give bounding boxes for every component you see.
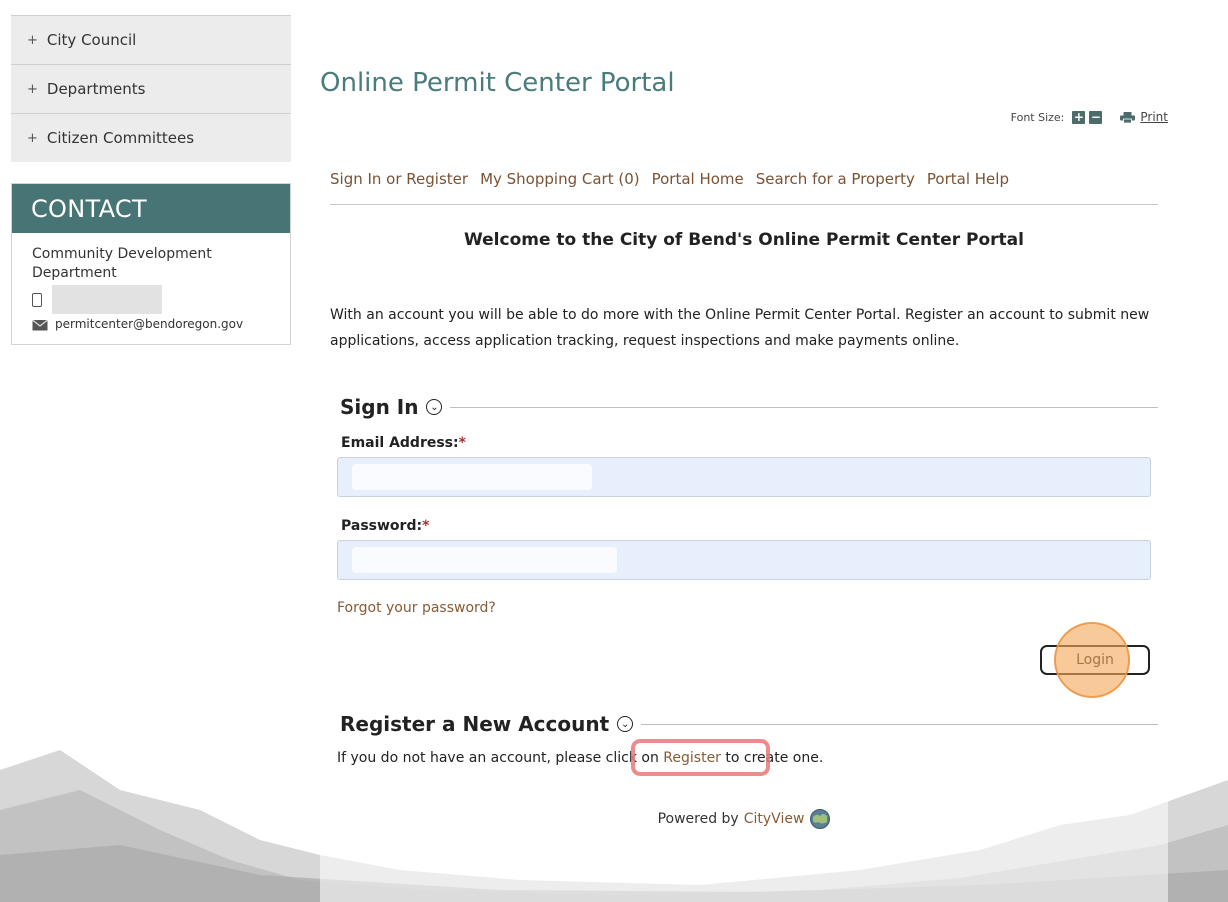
portal-nav: Sign In or Register My Shopping Cart (0)…: [330, 170, 1021, 188]
required-mark: *: [422, 518, 430, 534]
printer-icon[interactable]: [1120, 111, 1136, 123]
sidebar-item-label: Citizen Committees: [46, 129, 195, 147]
nav-divider: [330, 204, 1158, 205]
redacted-password-value: [352, 547, 617, 573]
nav-portal-home[interactable]: Portal Home: [652, 170, 744, 188]
sidebar-item-departments[interactable]: + Departments: [11, 64, 291, 113]
signin-title: Sign In: [340, 395, 419, 419]
contact-department: Community Development Department: [32, 246, 212, 281]
cityview-globe-icon: [810, 809, 831, 829]
nav-shopping-cart[interactable]: My Shopping Cart (0): [480, 170, 640, 188]
cityview-link[interactable]: CityView: [744, 811, 805, 827]
section-divider: [641, 723, 1158, 725]
sidebar-item-label: City Council: [46, 31, 137, 49]
font-decrease-button[interactable]: −: [1089, 110, 1103, 124]
chevron-down-icon[interactable]: ⌄: [617, 716, 634, 732]
page-tools: Font Size: + − Print: [1011, 110, 1168, 124]
welcome-heading: Welcome to the City of Bend's Online Per…: [464, 230, 1024, 250]
sidebar-item-city-council[interactable]: + City Council: [11, 15, 291, 64]
phone-icon: [32, 292, 42, 307]
forgot-password-link[interactable]: Forgot your password?: [337, 600, 496, 616]
signin-section-header[interactable]: Sign In ⌄: [340, 395, 1158, 419]
content-panel: [320, 0, 1168, 902]
chevron-down-icon[interactable]: ⌄: [426, 399, 443, 415]
font-increase-button[interactable]: +: [1072, 110, 1086, 124]
intro-text: With an account you will be able to do m…: [330, 307, 1150, 349]
contact-box: CONTACT Community Development Department…: [11, 183, 291, 345]
print-link[interactable]: Print: [1140, 110, 1168, 124]
redacted-phone: [52, 285, 162, 314]
nav-sign-in-register[interactable]: Sign In or Register: [330, 170, 468, 188]
contact-email-link[interactable]: permitcenter@bendoregon.gov: [55, 317, 243, 331]
section-divider: [450, 406, 1158, 408]
register-text: If you do not have an account, please cl…: [337, 750, 824, 766]
font-size-label: Font Size:: [1010, 110, 1065, 124]
redacted-email-value: [352, 464, 592, 490]
envelope-icon: [32, 319, 48, 330]
required-mark: *: [458, 435, 466, 451]
powered-by: Powered by CityView: [320, 809, 1168, 829]
nav-portal-help[interactable]: Portal Help: [927, 170, 1009, 188]
password-label: Password:*: [341, 518, 430, 534]
sidebar: + City Council + Departments + Citizen C…: [11, 15, 291, 345]
expand-plus-icon: +: [27, 130, 38, 146]
contact-heading: CONTACT: [12, 184, 290, 233]
email-label: Email Address:*: [341, 435, 466, 451]
sidebar-item-label: Departments: [46, 80, 146, 98]
register-section-header[interactable]: Register a New Account ⌄: [340, 712, 1158, 736]
expand-plus-icon: +: [27, 32, 38, 48]
expand-plus-icon: +: [27, 81, 38, 97]
register-title: Register a New Account: [340, 712, 610, 736]
page-title: Online Permit Center Portal: [320, 68, 675, 98]
nav-search-property[interactable]: Search for a Property: [756, 170, 915, 188]
login-button[interactable]: Login: [1040, 645, 1150, 675]
register-link[interactable]: Register: [663, 750, 721, 766]
sidebar-item-citizen-committees[interactable]: + Citizen Committees: [11, 113, 291, 162]
